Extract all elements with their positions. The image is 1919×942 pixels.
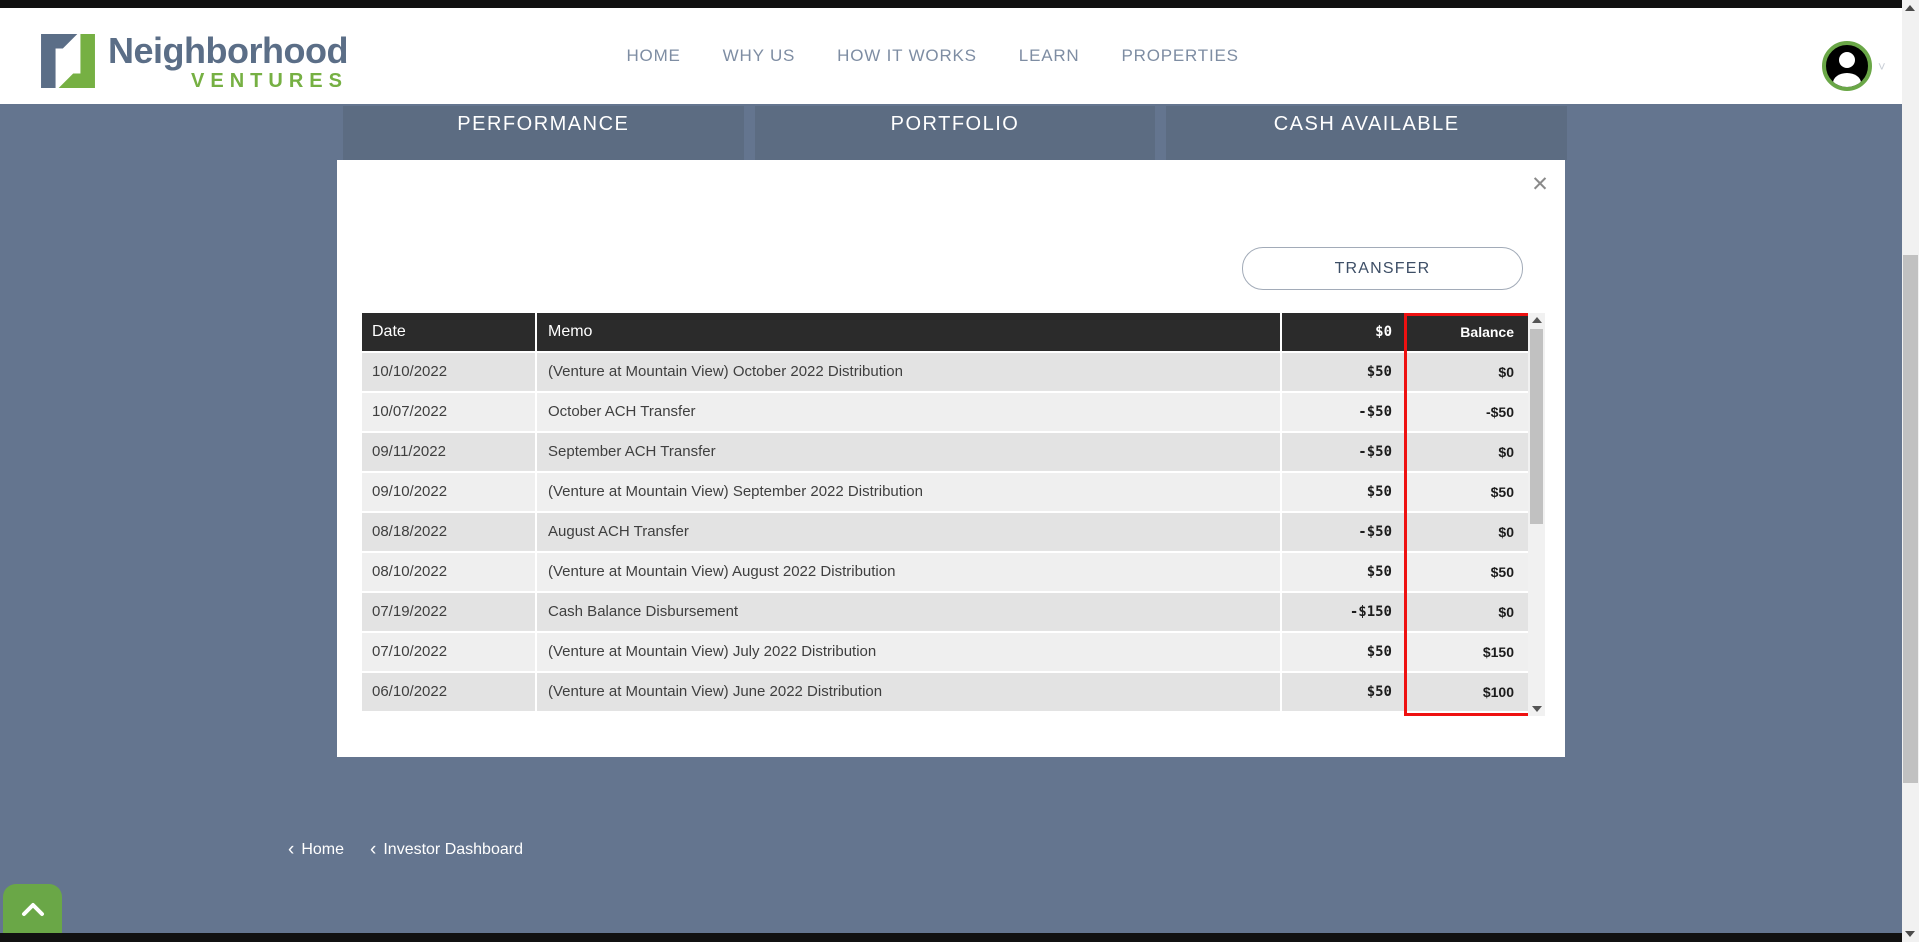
cell-amount: $50 <box>1282 633 1404 671</box>
cell-amount: -$50 <box>1282 393 1404 431</box>
page-scrollbar-thumb[interactable] <box>1903 255 1918 783</box>
tab-portfolio[interactable]: PORTFOLIO <box>755 106 1156 160</box>
cell-memo: (Venture at Mountain View) August 2022 D… <box>537 553 1282 591</box>
site-header: Neighborhood VENTURES HOME WHY US HOW IT… <box>0 8 1902 104</box>
cell-date: 08/10/2022 <box>362 553 537 591</box>
table-scrollbar-thumb[interactable] <box>1530 329 1543 524</box>
top-edge-bar <box>0 0 1902 8</box>
nav-why-us[interactable]: WHY US <box>723 46 796 66</box>
logo-n-icon <box>40 33 96 89</box>
chevron-down-icon: ˅ <box>1878 59 1886 74</box>
cell-memo: August ACH Transfer <box>537 513 1282 551</box>
header-memo: Memo <box>537 313 1282 351</box>
table-row[interactable]: 10/07/2022 October ACH Transfer -$50 -$5… <box>362 393 1528 431</box>
scroll-down-arrow-icon[interactable] <box>1905 931 1915 937</box>
table-row[interactable]: 07/19/2022 Cash Balance Disbursement -$1… <box>362 593 1528 631</box>
footer-bar <box>0 933 1902 942</box>
cell-balance: $0 <box>1404 593 1528 631</box>
user-avatar-icon[interactable] <box>1822 41 1872 91</box>
cell-date: 10/10/2022 <box>362 353 537 391</box>
table-row[interactable]: 10/10/2022 (Venture at Mountain View) Oc… <box>362 353 1528 391</box>
scroll-up-arrow-icon[interactable] <box>1905 5 1915 11</box>
table-row[interactable]: 09/10/2022 (Venture at Mountain View) Se… <box>362 473 1528 511</box>
header-date: Date <box>362 313 537 351</box>
cell-balance: $150 <box>1404 633 1528 671</box>
cell-date: 07/19/2022 <box>362 593 537 631</box>
cell-amount: $50 <box>1282 473 1404 511</box>
cell-amount: $50 <box>1282 353 1404 391</box>
table-row[interactable]: 06/10/2022 (Venture at Mountain View) Ju… <box>362 673 1528 711</box>
cell-balance: $50 <box>1404 473 1528 511</box>
nav-home[interactable]: HOME <box>626 46 680 66</box>
breadcrumb-investor-dashboard[interactable]: ‹ Investor Dashboard <box>370 841 523 859</box>
nav-how-it-works[interactable]: HOW IT WORKS <box>837 46 977 66</box>
site-logo[interactable]: Neighborhood VENTURES <box>40 33 348 91</box>
logo-subname: VENTURES <box>108 71 348 91</box>
chevron-left-icon: ‹ <box>370 842 376 858</box>
cell-amount: -$50 <box>1282 513 1404 551</box>
cell-memo: October ACH Transfer <box>537 393 1282 431</box>
scroll-down-arrow-icon[interactable] <box>1532 706 1542 712</box>
cell-memo: (Venture at Mountain View) September 202… <box>537 473 1282 511</box>
breadcrumb: ‹ Home ‹ Investor Dashboard <box>288 841 523 859</box>
close-icon[interactable]: ✕ <box>1525 170 1555 200</box>
logo-text: Neighborhood VENTURES <box>108 33 348 91</box>
table-body: 10/10/2022 (Venture at Mountain View) Oc… <box>362 353 1528 711</box>
cell-date: 09/10/2022 <box>362 473 537 511</box>
cell-balance: $50 <box>1404 553 1528 591</box>
cell-memo: (Venture at Mountain View) October 2022 … <box>537 353 1282 391</box>
table-header-row: Date Memo $0 Balance <box>362 313 1528 351</box>
cell-amount: -$150 <box>1282 593 1404 631</box>
breadcrumb-home[interactable]: ‹ Home <box>288 841 344 859</box>
cell-amount: $50 <box>1282 553 1404 591</box>
table-row[interactable]: 09/11/2022 September ACH Transfer -$50 $… <box>362 433 1528 471</box>
cell-balance: -$50 <box>1404 393 1528 431</box>
chevron-left-icon: ‹ <box>288 842 294 858</box>
logo-name: Neighborhood <box>108 33 348 69</box>
tab-cash-available[interactable]: CASH AVAILABLE <box>1166 106 1567 160</box>
tab-performance[interactable]: PERFORMANCE <box>343 106 744 160</box>
cell-date: 07/10/2022 <box>362 633 537 671</box>
breadcrumb-dashboard-label: Investor Dashboard <box>383 841 523 859</box>
cell-memo: Cash Balance Disbursement <box>537 593 1282 631</box>
cell-balance: $0 <box>1404 513 1528 551</box>
table-row[interactable]: 07/10/2022 (Venture at Mountain View) Ju… <box>362 633 1528 671</box>
cell-amount: $50 <box>1282 673 1404 711</box>
cell-balance: $100 <box>1404 673 1528 711</box>
header-balance: Balance <box>1404 313 1528 351</box>
transfer-button[interactable]: TRANSFER <box>1242 247 1523 290</box>
table-row[interactable]: 08/18/2022 August ACH Transfer -$50 $0 <box>362 513 1528 551</box>
cell-date: 10/07/2022 <box>362 393 537 431</box>
breadcrumb-home-label: Home <box>301 841 344 859</box>
cell-balance: $0 <box>1404 353 1528 391</box>
nav-properties[interactable]: PROPERTIES <box>1121 46 1238 66</box>
table-row[interactable]: 08/10/2022 (Venture at Mountain View) Au… <box>362 553 1528 591</box>
cell-memo: (Venture at Mountain View) June 2022 Dis… <box>537 673 1282 711</box>
scroll-up-arrow-icon[interactable] <box>1532 317 1542 323</box>
table-scrollbar[interactable] <box>1528 313 1545 716</box>
cell-date: 08/18/2022 <box>362 513 537 551</box>
nav-learn[interactable]: LEARN <box>1019 46 1080 66</box>
transactions-modal: ✕ TRANSFER Date Memo $0 Balance 10/10/20… <box>337 160 1565 757</box>
account-menu[interactable]: ˅ <box>1822 41 1886 91</box>
cell-date: 06/10/2022 <box>362 673 537 711</box>
cell-memo: (Venture at Mountain View) July 2022 Dis… <box>537 633 1282 671</box>
dashboard-tabs: PERFORMANCE PORTFOLIO CASH AVAILABLE <box>343 106 1567 160</box>
main-nav: HOME WHY US HOW IT WORKS LEARN PROPERTIE… <box>626 8 1238 104</box>
chevron-up-icon <box>20 900 46 918</box>
cell-amount: -$50 <box>1282 433 1404 471</box>
page-scrollbar[interactable] <box>1902 0 1919 942</box>
cell-memo: September ACH Transfer <box>537 433 1282 471</box>
transactions-table: Date Memo $0 Balance 10/10/2022 (Venture… <box>362 313 1528 711</box>
header-amount: $0 <box>1282 313 1404 351</box>
cell-balance: $0 <box>1404 433 1528 471</box>
scroll-to-top-button[interactable] <box>3 884 62 933</box>
cell-date: 09/11/2022 <box>362 433 537 471</box>
person-icon <box>1826 45 1868 87</box>
